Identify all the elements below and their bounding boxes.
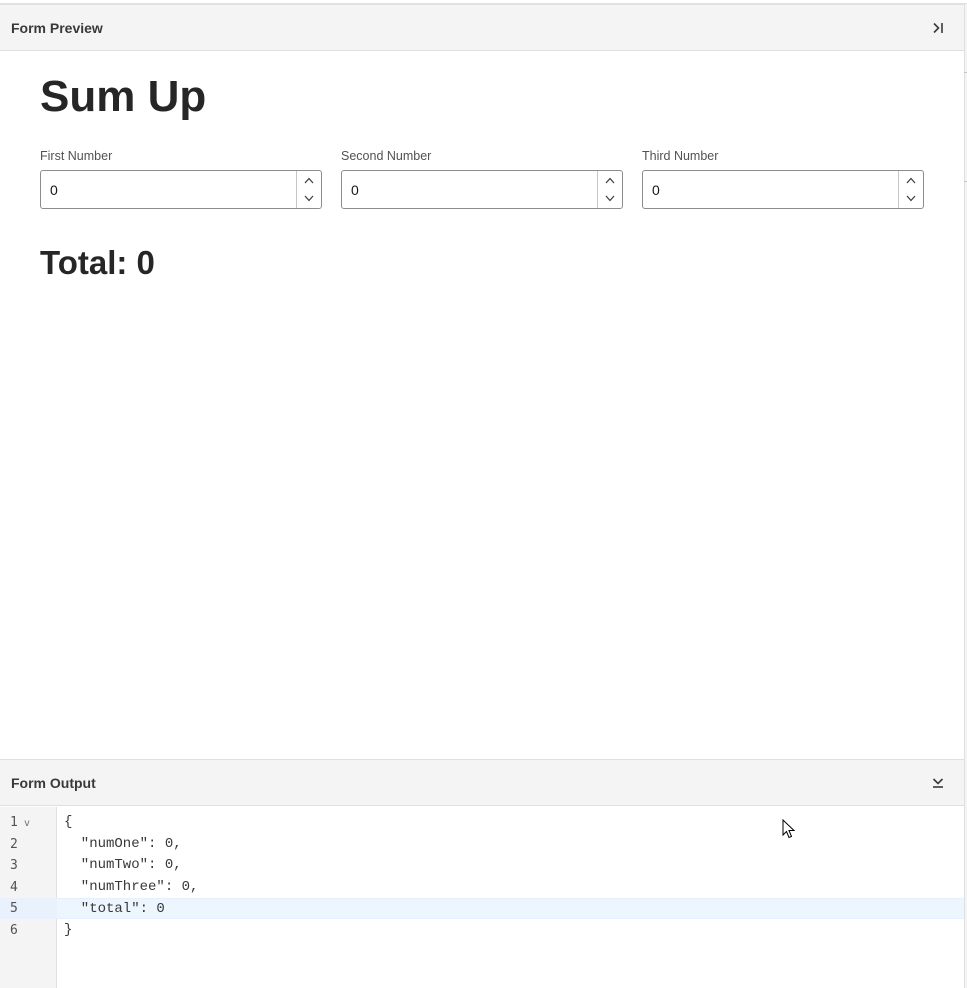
chevron-down-icon <box>906 195 916 202</box>
third-number-stepper <box>898 171 923 208</box>
third-number-field: Third Number <box>642 149 924 209</box>
first-number-input[interactable] <box>41 171 296 208</box>
code-line: { <box>64 814 73 830</box>
line-number: 4 <box>10 880 18 895</box>
collapse-right-button[interactable] <box>928 18 948 38</box>
third-number-label: Third Number <box>642 149 719 163</box>
first-number-increment[interactable] <box>297 171 321 190</box>
second-number-field: Second Number <box>341 149 623 209</box>
form-preview-body: Sum Up First Number Second Number <box>0 51 964 759</box>
mouse-cursor-icon <box>782 819 796 839</box>
fold-toggle-icon[interactable]: v <box>24 813 30 834</box>
form-output-title: Form Output <box>11 774 96 791</box>
form-title: Sum Up <box>40 72 207 121</box>
second-number-decrement[interactable] <box>598 190 622 209</box>
total-display: Total: 0 <box>40 244 155 281</box>
second-number-increment[interactable] <box>598 171 622 190</box>
first-number-box <box>40 170 322 209</box>
chevron-up-icon <box>605 177 615 184</box>
line-number: 3 <box>10 858 18 873</box>
code-line: "numThree": 0, <box>64 879 199 895</box>
second-number-input[interactable] <box>342 171 597 208</box>
chevron-up-icon <box>304 177 314 184</box>
first-number-decrement[interactable] <box>297 190 321 209</box>
line-number: 2 <box>10 837 18 852</box>
code-line: } <box>64 922 73 938</box>
first-number-label: First Number <box>40 149 113 163</box>
form-preview-header: Form Preview <box>0 4 964 51</box>
second-number-box <box>341 170 623 209</box>
first-number-stepper <box>296 171 321 208</box>
third-number-increment[interactable] <box>899 171 923 190</box>
json-output-editor[interactable]: 1 v 2 3 4 5 6 { "numOne": 0, "numTwo": 0… <box>0 807 964 988</box>
line-number: 6 <box>10 923 18 938</box>
first-number-field: First Number <box>40 149 322 209</box>
line-number: 1 <box>10 815 18 830</box>
form-preview-title: Form Preview <box>11 19 103 36</box>
collapse-down-button[interactable] <box>928 773 948 793</box>
code-line-active: "total": 0 <box>57 898 964 920</box>
chevron-down-icon <box>605 195 615 202</box>
line-number: 5 <box>10 901 18 916</box>
code-line: "numOne": 0, <box>64 836 182 852</box>
second-number-stepper <box>597 171 622 208</box>
third-number-decrement[interactable] <box>899 190 923 209</box>
chevron-up-icon <box>906 177 916 184</box>
form-output-header: Form Output <box>0 759 964 806</box>
third-number-input[interactable] <box>643 171 898 208</box>
gutter-active-line <box>0 898 57 920</box>
collapse-right-icon <box>933 22 943 33</box>
code-line: "numTwo": 0, <box>64 857 182 873</box>
collapse-down-icon <box>932 777 944 788</box>
second-number-label: Second Number <box>341 149 432 163</box>
third-number-box <box>642 170 924 209</box>
chevron-down-icon <box>304 195 314 202</box>
editor-gutter: 1 v 2 3 4 5 6 <box>0 807 57 988</box>
